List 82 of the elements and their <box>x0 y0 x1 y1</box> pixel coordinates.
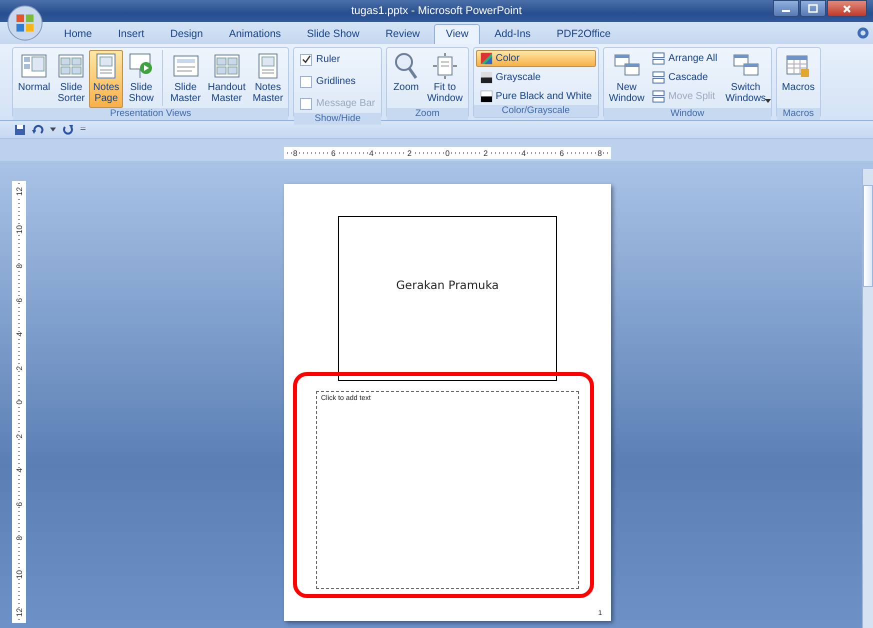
ruler-number: 0 <box>444 148 451 158</box>
ribbon-button[interactable]: Switch Windows <box>722 50 769 108</box>
ribbon-tab[interactable]: View <box>434 24 480 44</box>
ruler-number: 4 <box>368 148 375 158</box>
ribbon-tab[interactable]: Slide Show <box>294 24 372 44</box>
ribbon-button[interactable]: Pure Black and White <box>476 88 596 105</box>
slide-thumbnail[interactable]: Gerakan Pramuka <box>338 216 557 381</box>
maximize-icon <box>808 4 818 14</box>
undo-icon[interactable] <box>32 124 44 136</box>
caret-icon[interactable] <box>50 127 56 132</box>
ruler-number: 4 <box>520 148 527 158</box>
ruler-number: 8 <box>596 148 603 158</box>
group-label: Presentation Views <box>13 108 288 120</box>
ruler-number: 2 <box>14 366 24 370</box>
close-button[interactable] <box>827 0 867 17</box>
ruler-number: 6 <box>558 148 565 158</box>
ruler-number: 8 <box>14 536 24 540</box>
ribbon-button[interactable]: Notes Master <box>250 50 286 108</box>
group-label: Window <box>604 108 771 120</box>
ribbon-button[interactable]: Slide Master <box>167 50 204 108</box>
ribbon-tab[interactable]: Home <box>52 24 104 44</box>
ruler-number: 8 <box>292 148 298 158</box>
redo-icon[interactable] <box>62 124 74 136</box>
fit-icon <box>430 52 459 80</box>
ruler-number: 4 <box>14 332 24 336</box>
ribbon-button[interactable]: Slide Show <box>124 50 158 108</box>
group-label: Zoom <box>387 108 468 120</box>
ruler-number: 8 <box>14 264 24 268</box>
ribbon-tab[interactable]: PDF2Office <box>544 24 623 44</box>
palette-swatch-icon <box>480 52 493 65</box>
slide-title: Gerakan Pramuka <box>396 278 499 292</box>
ruler-number: 10 <box>14 225 24 234</box>
checkbox-option[interactable]: Gridlines <box>296 72 360 91</box>
scrollbar[interactable] <box>862 169 873 628</box>
save-icon[interactable] <box>14 124 26 136</box>
checkmark-icon <box>302 55 311 64</box>
ribbon-button[interactable]: Handout Master <box>204 50 249 108</box>
group-label: Macros <box>776 108 820 120</box>
arrange-icon <box>652 52 666 65</box>
customize-icon[interactable] <box>80 127 86 132</box>
ruler-number: 6 <box>330 148 337 158</box>
minimize-button[interactable] <box>773 0 799 17</box>
window-title: tugas1.pptx - Microsoft PowerPoint <box>351 5 522 17</box>
grid-icon <box>212 52 241 80</box>
ribbon-button[interactable]: Normal <box>15 50 54 108</box>
scroll-thumb[interactable] <box>863 185 873 287</box>
help-icon[interactable] <box>857 27 869 39</box>
layout-icon <box>20 52 48 80</box>
ruler-number: 0 <box>14 400 24 404</box>
ribbon-tab[interactable]: Add-Ins <box>482 24 543 44</box>
contrast-swatch-icon <box>480 90 493 103</box>
ruler-number: 6 <box>14 502 24 506</box>
ribbon-tab[interactable]: Insert <box>106 24 156 44</box>
ribbon-tab[interactable]: Design <box>158 24 215 44</box>
checkbox-option[interactable]: Ruler <box>296 50 344 69</box>
maximize-button[interactable] <box>800 0 826 17</box>
ribbon-button[interactable]: Slide Sorter <box>54 50 88 108</box>
ribbon-tab[interactable]: Animations <box>216 24 293 44</box>
ribbon-button[interactable]: Macros <box>778 50 818 108</box>
group-label: Show/Hide <box>294 113 382 125</box>
ribbon-button[interactable]: Color <box>476 50 596 67</box>
ribbon-tab[interactable]: Review <box>373 24 432 44</box>
close-icon <box>842 4 852 14</box>
grayscale-swatch-icon <box>480 71 493 84</box>
ribbon-button[interactable]: Zoom <box>389 50 424 108</box>
ribbon-button[interactable]: Cascade <box>648 69 722 86</box>
ruler-number: 2 <box>14 434 24 438</box>
minimize-icon <box>782 10 790 12</box>
ribbon-button[interactable]: Fit to Window <box>424 50 466 108</box>
ribbon-button[interactable]: Arrange All <box>648 50 722 67</box>
ruler-number: 4 <box>14 468 24 472</box>
ruler-number: 2 <box>482 148 489 158</box>
ruler-number: 12 <box>14 187 24 196</box>
group-label: Color/Grayscale <box>474 105 598 117</box>
ruler-number: 2 <box>406 148 413 158</box>
ruler-number: 12 <box>14 608 24 617</box>
ribbon-button[interactable]: Notes Page <box>89 50 124 108</box>
ribbon-button[interactable]: Grayscale <box>476 69 596 86</box>
ruler-number: 10 <box>14 570 24 578</box>
grid-icon <box>57 52 86 80</box>
ribbon-button[interactable]: New Window <box>606 50 648 108</box>
ruler-number: 6 <box>14 298 24 302</box>
